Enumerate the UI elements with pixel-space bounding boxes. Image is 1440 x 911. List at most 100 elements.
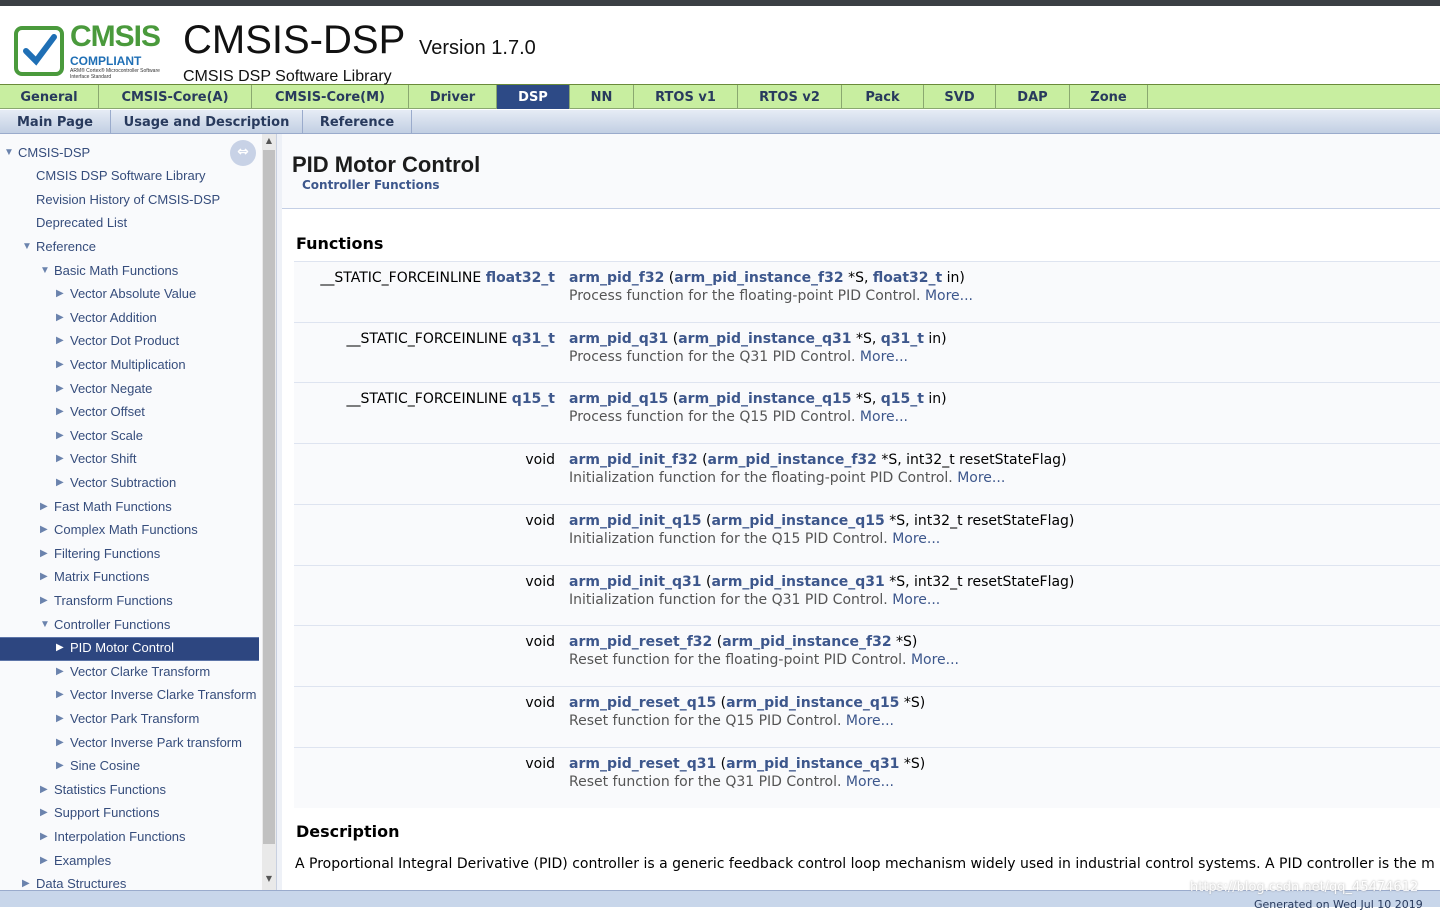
- expand-down-icon[interactable]: ▼: [22, 241, 36, 252]
- expand-right-icon[interactable]: ▶: [56, 288, 70, 299]
- sidebar-item[interactable]: ▶ Vector Clarke Transform: [56, 660, 210, 682]
- sidebar-item[interactable]: Deprecated List: [22, 212, 127, 234]
- sidebar-item[interactable]: ▶ Vector Multiplication: [56, 353, 186, 375]
- param-type-link[interactable]: arm_pid_instance_f32: [722, 634, 891, 650]
- expand-right-icon[interactable]: ▶: [56, 666, 70, 677]
- return-type-link[interactable]: q15_t: [512, 391, 555, 407]
- more-link[interactable]: More...: [860, 349, 908, 365]
- ingroup-link[interactable]: Controller Functions: [302, 178, 440, 192]
- more-link[interactable]: More...: [957, 470, 1005, 486]
- expand-right-icon[interactable]: ▶: [56, 453, 70, 464]
- param2-type-link[interactable]: q15_t: [881, 391, 924, 407]
- tab-nn[interactable]: NN: [570, 85, 634, 109]
- sync-arrows-icon[interactable]: ⇔: [230, 140, 256, 166]
- sidebar-item[interactable]: ▶ Complex Math Functions: [40, 519, 198, 541]
- sidebar-item[interactable]: ▶ Vector Park Transform: [56, 707, 199, 729]
- tab-usage-description[interactable]: Usage and Description: [111, 110, 303, 134]
- tab-dap[interactable]: DAP: [996, 85, 1070, 109]
- function-name-link[interactable]: arm_pid_reset_f32: [569, 634, 712, 650]
- sidebar-item[interactable]: ▶ Vector Negate: [56, 377, 152, 399]
- expand-right-icon[interactable]: ▶: [56, 642, 70, 653]
- expand-right-icon[interactable]: ▶: [40, 501, 54, 512]
- more-link[interactable]: More...: [925, 288, 973, 304]
- expand-right-icon[interactable]: ▶: [40, 524, 54, 535]
- sidebar-item[interactable]: ▼ Controller Functions: [40, 613, 170, 635]
- more-link[interactable]: More...: [860, 409, 908, 425]
- sidebar-item[interactable]: ▶ Matrix Functions: [40, 566, 149, 588]
- function-name-link[interactable]: arm_pid_init_q31: [569, 574, 702, 590]
- sidebar-item[interactable]: ▶ Vector Absolute Value: [56, 283, 196, 305]
- expand-right-icon[interactable]: ▶: [56, 689, 70, 700]
- sidebar-item[interactable]: ▶ Data Structures: [22, 873, 126, 890]
- function-name-link[interactable]: arm_pid_f32: [569, 270, 664, 286]
- sidebar-item[interactable]: CMSIS DSP Software Library: [22, 165, 206, 187]
- expand-right-icon[interactable]: ▶: [56, 737, 70, 748]
- sidebar-item[interactable]: ▶ Vector Inverse Park transform: [56, 731, 242, 753]
- tab-reference[interactable]: Reference: [303, 110, 412, 134]
- expand-right-icon[interactable]: ▶: [40, 595, 54, 606]
- expand-right-icon[interactable]: ▶: [40, 807, 54, 818]
- expand-down-icon[interactable]: ▼: [40, 619, 54, 630]
- tab-rtos-v2[interactable]: RTOS v2: [738, 85, 842, 109]
- sidebar-item[interactable]: ▶ Vector Dot Product: [56, 330, 179, 352]
- sidebar-item[interactable]: ▼ CMSIS-DSP: [4, 141, 90, 163]
- scroll-up-icon[interactable]: ▲: [262, 136, 276, 148]
- expand-right-icon[interactable]: ▶: [40, 548, 54, 559]
- nav-scrollbar-thumb[interactable]: [263, 150, 275, 844]
- sidebar-item[interactable]: ▶ Vector Offset: [56, 401, 145, 423]
- sidebar-item[interactable]: ▶ PID Motor Control: [56, 637, 174, 659]
- more-link[interactable]: More...: [846, 774, 894, 790]
- tab-general[interactable]: General: [0, 85, 99, 109]
- expand-right-icon[interactable]: ▶: [56, 312, 70, 323]
- param-type-link[interactable]: arm_pid_instance_q31: [678, 331, 851, 347]
- param2-type-link[interactable]: q31_t: [881, 331, 924, 347]
- expand-right-icon[interactable]: ▶: [22, 878, 36, 889]
- function-name-link[interactable]: arm_pid_q31: [569, 331, 668, 347]
- scroll-down-icon[interactable]: ▼: [262, 874, 276, 886]
- tab-rtos-v1[interactable]: RTOS v1: [634, 85, 738, 109]
- function-name-link[interactable]: arm_pid_reset_q31: [569, 756, 716, 772]
- more-link[interactable]: More...: [892, 531, 940, 547]
- expand-right-icon[interactable]: ▶: [40, 571, 54, 582]
- sidebar-item[interactable]: ▶ Sine Cosine: [56, 755, 140, 777]
- param-type-link[interactable]: arm_pid_instance_q15: [711, 513, 884, 529]
- more-link[interactable]: More...: [911, 652, 959, 668]
- expand-right-icon[interactable]: ▶: [56, 760, 70, 771]
- function-name-link[interactable]: arm_pid_q15: [569, 391, 668, 407]
- sidebar-item[interactable]: ▶ Interpolation Functions: [40, 825, 186, 847]
- expand-right-icon[interactable]: ▶: [56, 713, 70, 724]
- sidebar-item[interactable]: Revision History of CMSIS-DSP: [22, 188, 220, 210]
- expand-right-icon[interactable]: ▶: [56, 430, 70, 441]
- sidebar-item[interactable]: ▶ Support Functions: [40, 802, 160, 824]
- sidebar-item[interactable]: ▶ Vector Addition: [56, 306, 157, 328]
- tab-cmsis-core-m[interactable]: CMSIS-Core(M): [252, 85, 409, 109]
- more-link[interactable]: More...: [892, 592, 940, 608]
- sidebar-item[interactable]: ▼ Basic Math Functions: [40, 259, 178, 281]
- expand-down-icon[interactable]: ▼: [40, 265, 54, 276]
- param-type-link[interactable]: arm_pid_instance_f32: [674, 270, 843, 286]
- param2-type-link[interactable]: float32_t: [873, 270, 942, 286]
- expand-right-icon[interactable]: ▶: [56, 406, 70, 417]
- function-name-link[interactable]: arm_pid_reset_q15: [569, 695, 716, 711]
- tab-driver[interactable]: Driver: [409, 85, 497, 109]
- tab-dsp[interactable]: DSP: [497, 85, 570, 109]
- expand-right-icon[interactable]: ▶: [56, 359, 70, 370]
- function-name-link[interactable]: arm_pid_init_f32: [569, 452, 698, 468]
- sidebar-item[interactable]: ▶ Examples: [40, 849, 111, 871]
- tab-cmsis-core-a[interactable]: CMSIS-Core(A): [99, 85, 252, 109]
- more-link[interactable]: More...: [846, 713, 894, 729]
- expand-right-icon[interactable]: ▶: [40, 831, 54, 842]
- expand-down-icon[interactable]: ▼: [4, 147, 18, 158]
- param-type-link[interactable]: arm_pid_instance_q15: [678, 391, 851, 407]
- expand-right-icon[interactable]: ▶: [56, 477, 70, 488]
- expand-right-icon[interactable]: ▶: [40, 855, 54, 866]
- tab-svd[interactable]: SVD: [924, 85, 996, 109]
- expand-right-icon[interactable]: ▶: [56, 383, 70, 394]
- tab-main-page[interactable]: Main Page: [0, 110, 111, 134]
- sidebar-item[interactable]: ▶ Vector Inverse Clarke Transform: [56, 684, 256, 706]
- param-type-link[interactable]: arm_pid_instance_q31: [711, 574, 884, 590]
- param-type-link[interactable]: arm_pid_instance_q15: [726, 695, 899, 711]
- sidebar-item[interactable]: ▶ Statistics Functions: [40, 778, 166, 800]
- sidebar-item[interactable]: ▶ Transform Functions: [40, 589, 173, 611]
- sidebar-item[interactable]: ▶ Vector Scale: [56, 424, 143, 446]
